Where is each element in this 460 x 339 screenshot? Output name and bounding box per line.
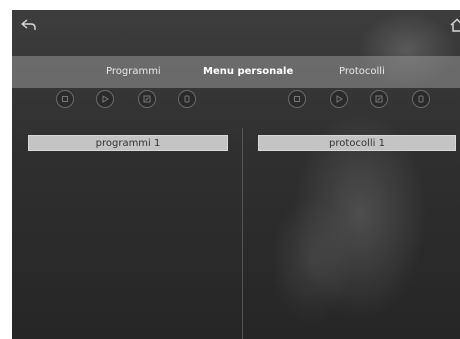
right-edit-button[interactable] [370, 90, 388, 108]
stop-icon [294, 96, 300, 102]
tab-programmi[interactable]: Programmi [106, 56, 161, 88]
tab-menu-personale[interactable]: Menu personale [203, 56, 293, 88]
program-list-item[interactable]: programmi 1 [28, 135, 228, 151]
back-arrow-icon [21, 19, 36, 30]
home-icon [450, 18, 460, 32]
left-play-button[interactable] [96, 90, 114, 108]
tab-bar: Programmi Menu personale Protocolli [12, 56, 460, 88]
stop-icon [62, 96, 68, 102]
home-button[interactable] [448, 16, 460, 34]
panel-divider [242, 128, 243, 339]
right-stop-button[interactable] [288, 90, 306, 108]
back-button[interactable] [20, 16, 38, 34]
app-screen: Programmi Menu personale Protocolli prog… [12, 10, 460, 339]
play-icon [336, 95, 343, 103]
edit-icon [375, 95, 383, 103]
left-delete-button[interactable] [178, 90, 196, 108]
delete-icon [418, 95, 424, 103]
left-edit-button[interactable] [138, 90, 156, 108]
right-play-button[interactable] [330, 90, 348, 108]
right-delete-button[interactable] [412, 90, 430, 108]
delete-icon [184, 95, 190, 103]
edit-icon [143, 95, 151, 103]
tab-protocolli[interactable]: Protocolli [339, 56, 385, 88]
play-icon [102, 95, 109, 103]
protocol-list-item[interactable]: protocolli 1 [258, 135, 456, 151]
left-stop-button[interactable] [56, 90, 74, 108]
